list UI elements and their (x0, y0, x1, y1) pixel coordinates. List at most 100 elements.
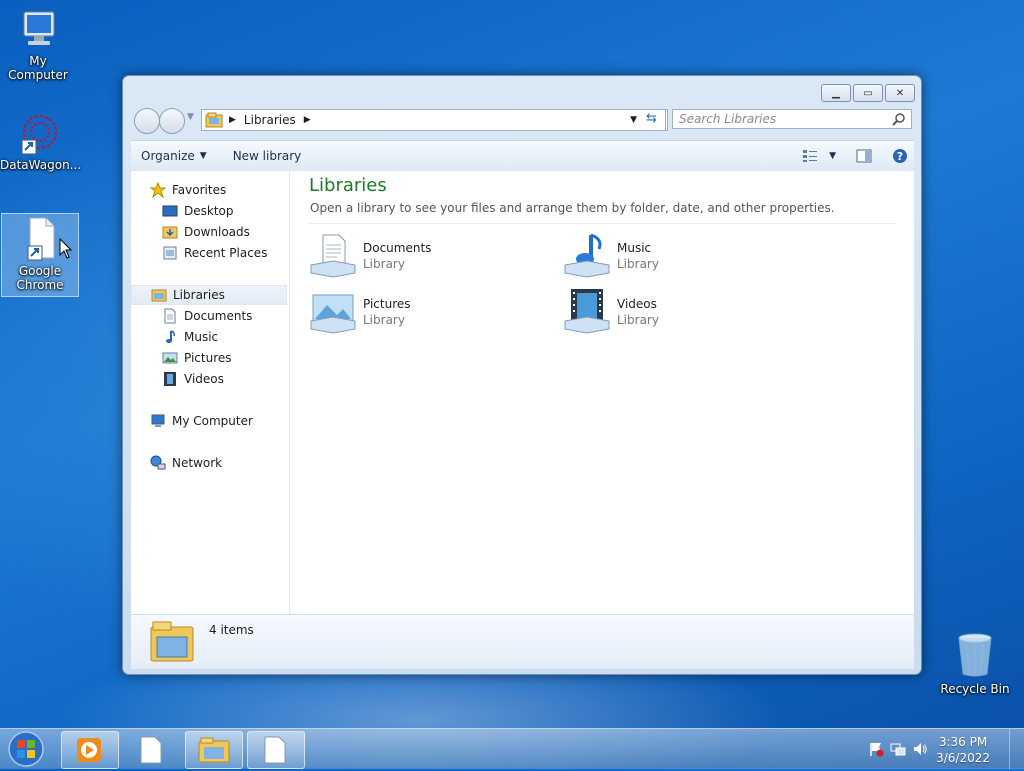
taskbar-file-2[interactable] (247, 731, 305, 769)
nav-label: Desktop (184, 204, 234, 218)
network-tray-icon[interactable] (890, 741, 906, 757)
volume-icon[interactable] (912, 741, 928, 757)
library-type: Library (363, 313, 405, 327)
maximize-icon: ▭ (863, 87, 873, 99)
library-type: Library (363, 257, 405, 271)
clock[interactable]: 3:36 PM 3/6/2022 (936, 734, 990, 766)
nav-videos[interactable]: Videos (131, 369, 318, 389)
desktop-icon-datawagon[interactable]: DataWagon... (0, 112, 81, 172)
start-button[interactable] (6, 730, 46, 768)
nav-music[interactable]: Music (131, 327, 318, 347)
picture-icon (162, 352, 178, 364)
minimize-button[interactable]: ▁ (821, 84, 851, 102)
svg-text:?: ? (897, 150, 903, 163)
library-pictures[interactable]: Pictures Library (309, 287, 549, 337)
breadcrumb-libraries[interactable]: Libraries (244, 113, 296, 127)
star-icon (150, 182, 166, 198)
organize-button[interactable]: Organize ▼ (131, 149, 217, 163)
breadcrumb-separator-icon: ▶ (229, 115, 236, 125)
preview-pane-button[interactable] (846, 149, 882, 163)
help-button[interactable]: ? (882, 148, 914, 164)
nav-label: Documents (184, 309, 253, 323)
taskbar-explorer[interactable] (185, 731, 243, 769)
nav-label: Libraries (173, 288, 225, 302)
clock-time: 3:36 PM (938, 735, 988, 749)
maximize-button[interactable]: ▭ (853, 84, 883, 102)
computer-icon (151, 414, 165, 427)
explorer-window[interactable]: ▁ ▭ ✕ ▼ ▶ Libraries ▶ ▼ ⇆ Search Librari… (122, 75, 922, 675)
nav-documents[interactable]: Documents (131, 306, 318, 326)
nav-desktop[interactable]: Desktop (131, 201, 318, 221)
search-icon[interactable] (892, 112, 906, 126)
computer-icon (23, 11, 55, 45)
system-tray: 3:36 PM 3/6/2022 (854, 729, 1024, 769)
nav-recent-places[interactable]: Recent Places (131, 243, 318, 263)
nav-label: Pictures (184, 351, 232, 365)
content-area: Favorites Desktop Downloads Recent Place… (131, 171, 914, 614)
file-shortcut-icon (27, 217, 55, 261)
page-title: Libraries (309, 175, 387, 196)
film-strip-icon (164, 372, 176, 386)
nav-network[interactable]: Network (131, 453, 306, 473)
desktop-icon (162, 205, 178, 217)
nav-favorites[interactable]: Favorites (131, 180, 306, 200)
library-videos[interactable]: Videos Library (563, 287, 803, 337)
library-type: Library (617, 257, 659, 271)
details-pane: 4 items (131, 614, 914, 669)
nav-label: Music (184, 330, 219, 344)
action-center-flag-icon[interactable] (868, 741, 884, 757)
nav-pictures[interactable]: Pictures (131, 348, 318, 368)
explorer-folder-icon (198, 737, 230, 763)
taskbar-file[interactable] (123, 731, 181, 769)
nav-label: My Computer (172, 414, 253, 428)
desktop-icon-my-computer[interactable]: My Computer (0, 8, 76, 82)
page-subtitle: Open a library to see your files and arr… (310, 201, 835, 215)
taskbar-media-player[interactable] (61, 731, 119, 769)
change-view-button[interactable]: ▼ (792, 149, 846, 163)
address-dropdown-icon[interactable]: ▼ (630, 115, 637, 125)
chevron-down-icon: ▼ (829, 151, 836, 161)
library-name: Pictures (363, 297, 411, 311)
videos-library-icon (564, 289, 610, 334)
recent-pages-dropdown-icon[interactable]: ▼ (187, 112, 194, 122)
nav-libraries[interactable]: Libraries (131, 285, 287, 305)
nav-downloads[interactable]: Downloads (131, 222, 318, 242)
file-icon (264, 736, 286, 764)
library-music[interactable]: Music Library (563, 231, 803, 281)
search-input[interactable]: Search Libraries (672, 109, 912, 129)
desktop-icon-label: Google Chrome (16, 264, 64, 292)
window-controls: ▁ ▭ ✕ (821, 84, 915, 102)
divider (309, 223, 896, 224)
library-documents[interactable]: Documents Library (309, 231, 549, 281)
mouse-cursor-icon (59, 238, 73, 259)
library-name: Videos (617, 297, 657, 311)
nav-label: Videos (184, 372, 224, 386)
item-count: 4 items (209, 623, 254, 637)
file-icon (140, 736, 162, 764)
desktop-icon-label: DataWagon... (0, 158, 82, 172)
close-icon: ✕ (895, 87, 905, 99)
back-button[interactable] (134, 108, 160, 134)
desktop-icon-recycle-bin[interactable]: Recycle Bin (937, 630, 1013, 696)
libraries-folder-icon (205, 112, 223, 128)
library-type: Library (617, 313, 659, 327)
close-button[interactable]: ✕ (885, 84, 915, 102)
library-name: Music (617, 241, 652, 255)
nav-label: Downloads (184, 225, 250, 239)
windows-logo-icon (8, 731, 44, 767)
navigation-pane: Favorites Desktop Downloads Recent Place… (131, 171, 290, 614)
forward-button[interactable] (159, 108, 185, 134)
new-library-button[interactable]: New library (217, 149, 312, 163)
music-library-icon (564, 233, 610, 278)
music-note-icon (166, 330, 175, 343)
documents-library-icon (310, 234, 356, 278)
address-bar[interactable]: ▶ Libraries ▶ ▼ (201, 109, 668, 131)
search-placeholder: Search Libraries (679, 112, 777, 126)
refresh-button[interactable]: ⇆ (641, 109, 666, 131)
nav-label: Recent Places (184, 246, 268, 260)
view-options-icon (803, 150, 818, 162)
show-desktop-button[interactable] (1009, 729, 1024, 769)
clock-date: 3/6/2022 (936, 751, 990, 765)
breadcrumb-separator-icon[interactable]: ▶ (304, 115, 311, 125)
nav-my-computer[interactable]: My Computer (131, 411, 306, 431)
